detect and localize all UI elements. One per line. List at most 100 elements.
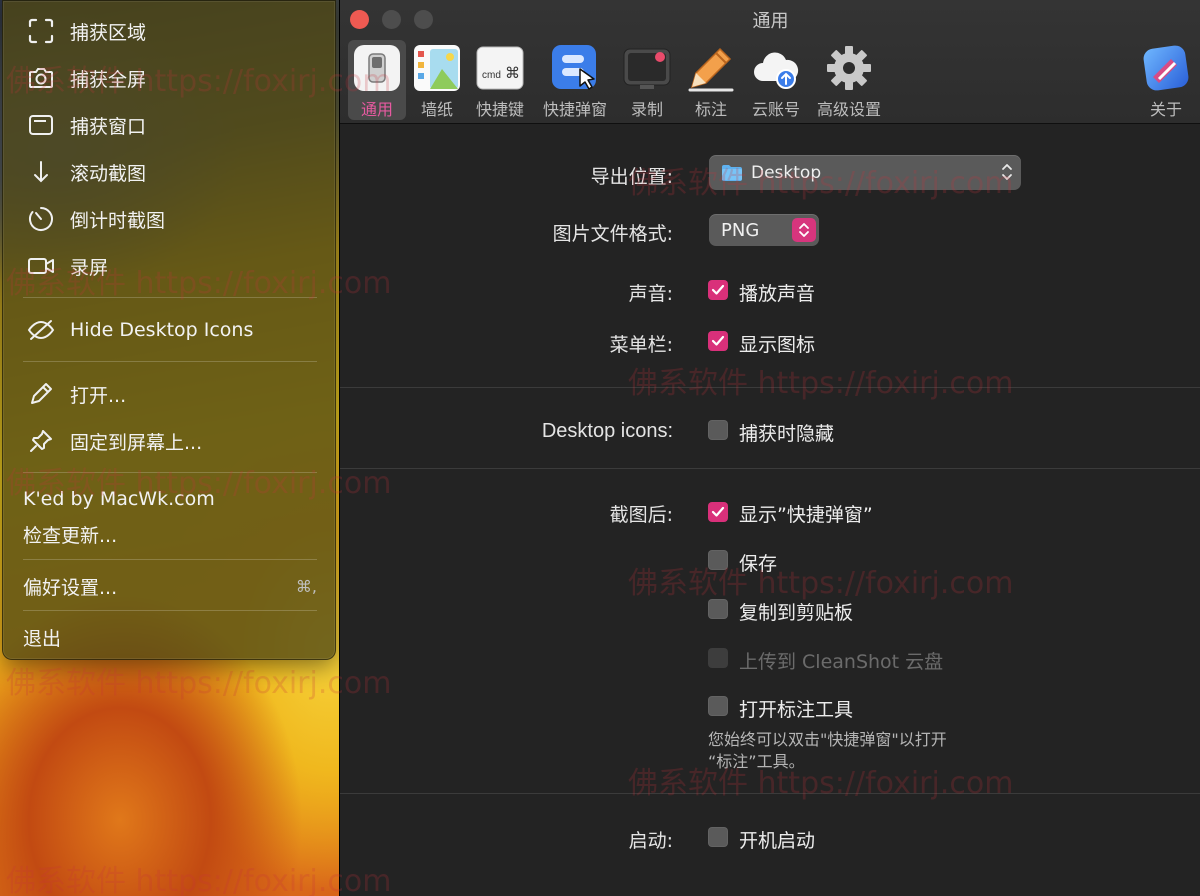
- after-capture-label: 截图后:: [609, 504, 673, 526]
- checkmark-icon: [711, 506, 725, 517]
- menu-item-preferences[interactable]: 偏好设置... ⌘,: [3, 566, 337, 606]
- export-location-select[interactable]: Desktop: [709, 155, 1021, 190]
- image-format-label: 图片文件格式:: [552, 223, 673, 245]
- folder-icon: [722, 165, 742, 181]
- tab-recording[interactable]: 录制: [620, 40, 674, 120]
- menu-item-capture-area[interactable]: 捕获区域: [3, 11, 337, 51]
- menu-item-timer-capture[interactable]: 倒计时截图: [3, 199, 337, 239]
- tab-wallpaper[interactable]: 墙纸: [410, 40, 464, 120]
- annotate-pencil-icon: [688, 47, 734, 92]
- tab-annotate[interactable]: 标注: [684, 40, 738, 120]
- cmd-key-symbol: ⌘: [505, 64, 520, 82]
- camera-icon: [27, 64, 55, 92]
- menubar-label: 菜单栏:: [609, 334, 673, 356]
- menu-label: 捕获区域: [70, 21, 147, 44]
- tab-label: 关于: [1149, 100, 1182, 119]
- menu-separator: [23, 610, 317, 611]
- app-logo-icon: [1143, 45, 1189, 91]
- checkmark-icon: [711, 335, 725, 346]
- tab-label: 墙纸: [420, 100, 453, 119]
- menu-label: 打开...: [70, 384, 127, 407]
- tab-label: 快捷键: [475, 100, 524, 119]
- menu-label: Hide Desktop Icons: [70, 319, 254, 341]
- tab-general[interactable]: 通用: [348, 40, 406, 120]
- menu-item-capture-window[interactable]: 捕获窗口: [3, 105, 337, 145]
- sound-label: 声音:: [628, 283, 673, 305]
- tab-label: 高级设置: [816, 100, 881, 119]
- after-capture-hint-line2: “标注”工具。: [708, 752, 805, 771]
- hide-desktop-icons-option-label: 捕获时隐藏: [739, 423, 835, 445]
- menu-item-record-screen[interactable]: 录屏: [3, 246, 337, 286]
- pencil-icon: [27, 380, 55, 408]
- launch-at-login-checkbox[interactable]: [708, 827, 728, 847]
- eye-slash-icon: [27, 316, 55, 344]
- keyboard-shortcut-icon: cmd ⌘: [476, 46, 524, 90]
- save-checkbox[interactable]: [708, 550, 728, 570]
- menu-label: 捕获全屏: [70, 68, 147, 91]
- app-dropdown-menu: 捕获区域 捕获全屏 捕获窗口 滚动截图 倒计时截图 录屏 Hide Deskto…: [2, 0, 336, 660]
- chevron-up-down-icon: [1002, 164, 1012, 180]
- menu-label: 滚动截图: [70, 162, 147, 185]
- copy-to-clipboard-checkbox[interactable]: [708, 599, 728, 619]
- tab-label: 云账号: [751, 100, 800, 119]
- sound-checkbox[interactable]: [708, 280, 728, 300]
- menu-item-hide-desktop-icons[interactable]: Hide Desktop Icons: [3, 310, 337, 350]
- section-divider: [340, 387, 1200, 388]
- after-capture-hint-line1: 您始终可以双击"快捷弹窗"以打开: [708, 730, 947, 749]
- menubar-checkbox[interactable]: [708, 331, 728, 351]
- overlay-popup-icon: [552, 45, 596, 90]
- timer-icon: [27, 205, 55, 233]
- menu-separator: [23, 472, 317, 473]
- sound-option-label: 播放声音: [739, 283, 816, 305]
- preferences-window: 通用 通用 墙纸 cmd ⌘ 快捷键 快捷弹窗 录制 标注 云账号 高级设置 关…: [339, 0, 1200, 896]
- startup-label: 启动:: [628, 830, 673, 852]
- image-format-value: PNG: [721, 219, 760, 241]
- credit-text: K'ed by MacWk.com: [23, 488, 215, 510]
- tab-quick-overlay[interactable]: 快捷弹窗: [538, 40, 612, 120]
- capture-area-icon: [27, 17, 55, 45]
- window-icon: [27, 111, 55, 139]
- upload-cloud-checkbox: [708, 648, 728, 668]
- launch-at-login-option-label: 开机启动: [739, 830, 816, 852]
- tab-advanced[interactable]: 高级设置: [814, 40, 884, 120]
- popup-stepper: [792, 218, 816, 242]
- cloud-upload-icon: [754, 52, 799, 89]
- menubar-option-label: 显示图标: [739, 334, 816, 356]
- menu-label: 退出: [23, 627, 62, 650]
- upload-cloud-option-label: 上传到 CleanShot 云盘: [739, 651, 944, 673]
- section-divider: [340, 468, 1200, 469]
- gear-icon: [827, 46, 871, 90]
- menu-separator: [23, 297, 317, 298]
- recording-icon: [623, 48, 671, 89]
- tab-shortcuts[interactable]: cmd ⌘ 快捷键: [472, 40, 528, 120]
- save-option-label: 保存: [739, 553, 778, 575]
- menu-label: 检查更新...: [23, 524, 118, 547]
- menu-item-quit[interactable]: 退出: [3, 617, 337, 657]
- menu-label: 录屏: [70, 256, 109, 279]
- pin-icon: [27, 427, 55, 455]
- export-location-value: Desktop: [751, 162, 822, 183]
- open-annotate-checkbox[interactable]: [708, 696, 728, 716]
- tab-about[interactable]: 关于: [1140, 40, 1192, 120]
- menu-item-scrolling-capture[interactable]: 滚动截图: [3, 152, 337, 192]
- arrow-down-icon: [27, 158, 55, 186]
- menu-separator: [23, 361, 317, 362]
- hide-desktop-icons-checkbox[interactable]: [708, 420, 728, 440]
- menu-item-check-updates[interactable]: 检查更新...: [3, 514, 337, 554]
- general-switch-icon: [354, 45, 400, 91]
- menu-item-open[interactable]: 打开...: [3, 374, 337, 414]
- cmd-key-text: cmd: [482, 70, 501, 81]
- tab-label: 通用: [360, 100, 393, 119]
- menu-item-pin-to-screen[interactable]: 固定到屏幕上...: [3, 421, 337, 461]
- image-format-popup[interactable]: PNG: [709, 214, 819, 246]
- keyboard-shortcut: ⌘,: [295, 576, 317, 596]
- video-camera-icon: [27, 252, 55, 280]
- desktop-icons-label: Desktop icons:: [541, 420, 673, 442]
- menu-label: 偏好设置...: [23, 576, 118, 599]
- show-overlay-checkbox[interactable]: [708, 502, 728, 522]
- window-title: 通用: [752, 11, 789, 32]
- menu-item-capture-fullscreen[interactable]: 捕获全屏: [3, 58, 337, 98]
- menu-label: 倒计时截图: [70, 209, 166, 232]
- wallpaper-icon: [414, 45, 460, 91]
- tab-cloud[interactable]: 云账号: [746, 40, 806, 120]
